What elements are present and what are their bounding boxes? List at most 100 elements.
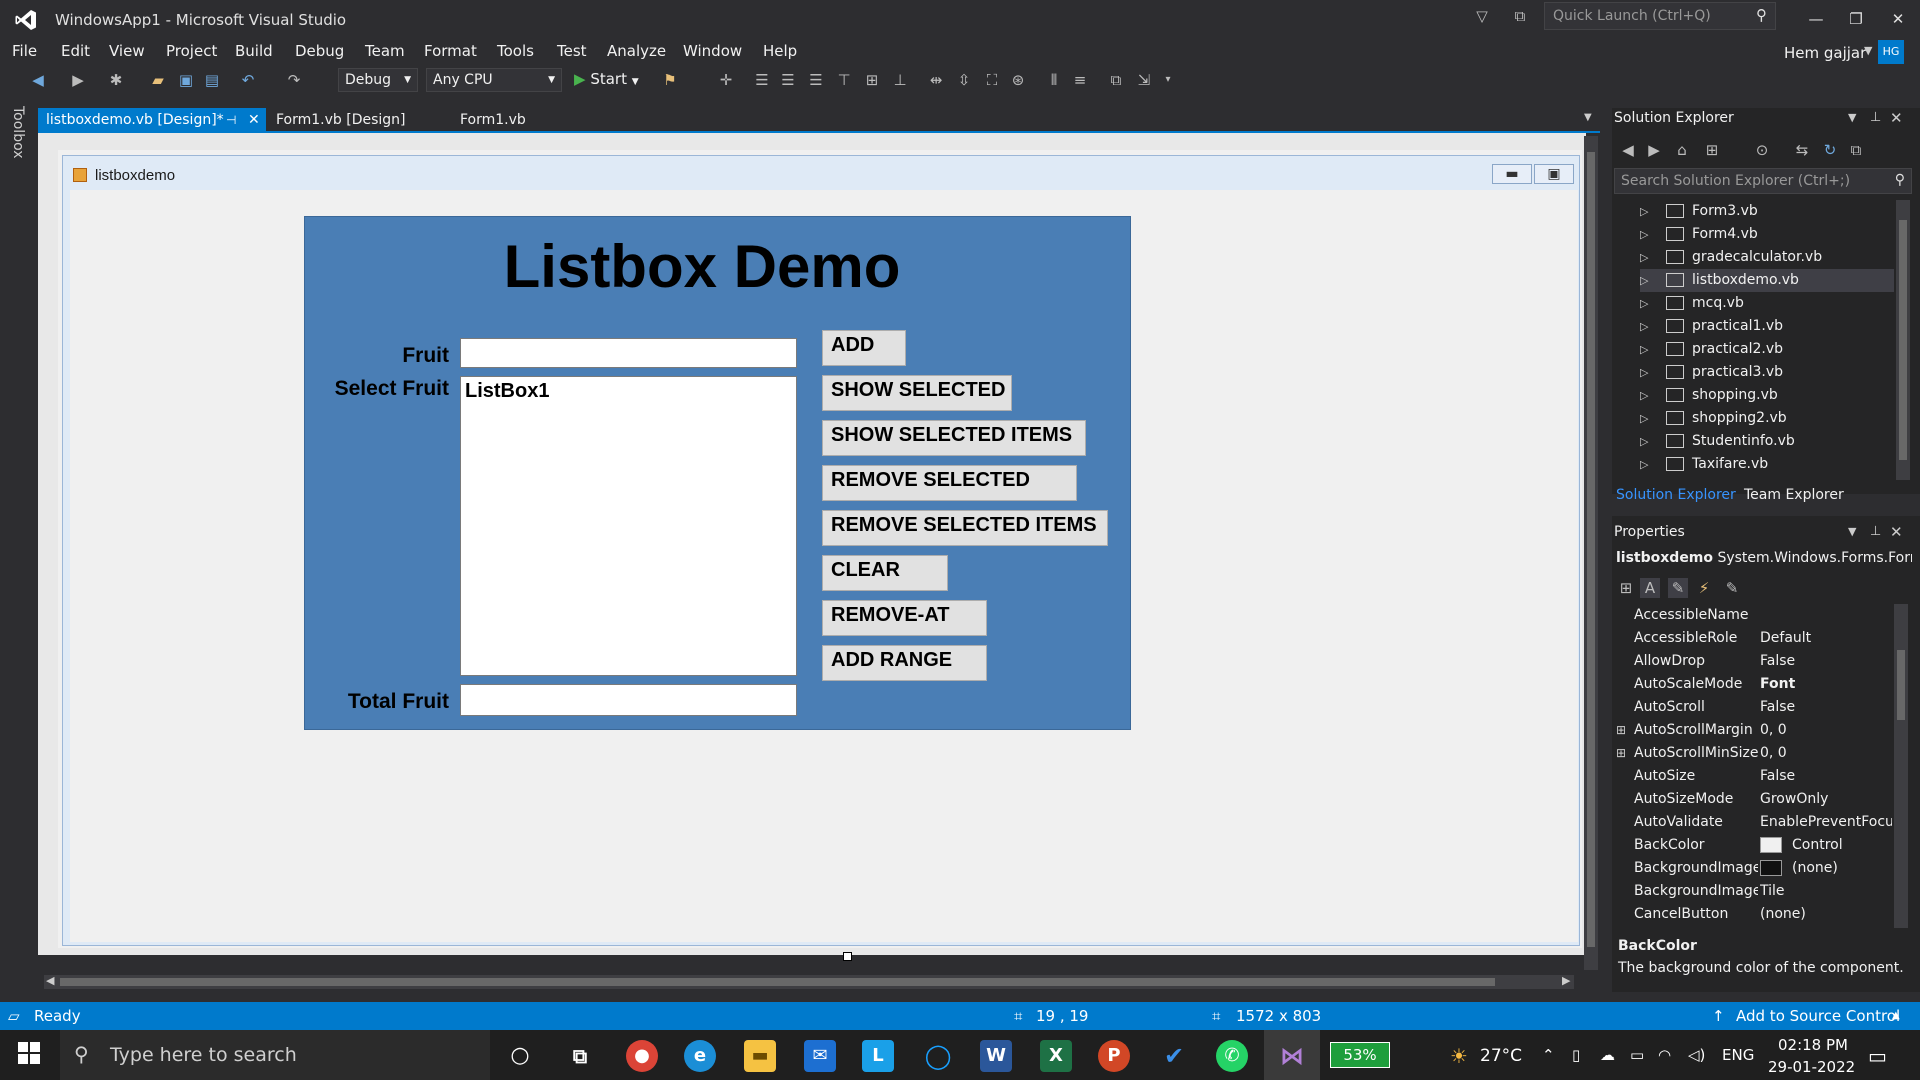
property-value[interactable]: 0, 0 — [1760, 742, 1892, 765]
user-chevron-down-icon[interactable]: ▼ — [1864, 44, 1872, 57]
solution-item-form4[interactable]: ▷ Form4.vb — [1640, 223, 1894, 246]
menu-edit[interactable]: Edit — [61, 42, 90, 60]
solution-item-taxifare[interactable]: ▷ Taxifare.vb — [1640, 453, 1894, 476]
pin-icon[interactable]: ⊥ — [1870, 110, 1881, 125]
expand-arrow-icon[interactable]: ▷ — [1640, 430, 1666, 453]
property-value[interactable]: Default — [1760, 627, 1892, 650]
align-lefts-icon[interactable]: ☰ — [752, 70, 772, 90]
expand-plus-icon[interactable]: ⊞ — [1616, 719, 1626, 742]
scroll-left-icon[interactable]: ◀ — [46, 974, 54, 987]
property-value[interactable]: GrowOnly — [1760, 788, 1892, 811]
expand-arrow-icon[interactable]: ▷ — [1640, 269, 1666, 292]
property-row-autosize[interactable]: AutoSize False — [1612, 765, 1892, 788]
center-horizontally-icon[interactable]: ⫴ — [1044, 70, 1064, 90]
restore-button[interactable]: ❐ — [1838, 6, 1874, 32]
notifications-icon[interactable]: ▭ — [1868, 1044, 1887, 1068]
excel-icon[interactable]: X — [1040, 1040, 1072, 1072]
pin-icon[interactable]: ⊥ — [1870, 524, 1881, 539]
expand-arrow-icon[interactable]: ▷ — [1640, 246, 1666, 269]
property-row-cancelbutton[interactable]: CancelButton (none) — [1612, 903, 1892, 926]
onedrive-icon[interactable]: ☁ — [1600, 1046, 1615, 1064]
menu-build[interactable]: Build — [235, 42, 273, 60]
switch-views-icon[interactable]: ⊞ — [1702, 140, 1722, 160]
mail-icon[interactable]: ✉ — [804, 1040, 836, 1072]
new-project-icon[interactable]: ✱ — [106, 70, 126, 90]
property-value[interactable]: 0, 0 — [1760, 719, 1892, 742]
add-range-button[interactable]: ADD RANGE — [822, 645, 987, 681]
show-selected-items-button[interactable]: SHOW SELECTED ITEMS — [822, 420, 1086, 456]
property-value[interactable]: False — [1760, 696, 1892, 719]
tab-listboxdemo-design[interactable]: listboxdemo.vb [Design]* ⊣ ✕ — [38, 108, 266, 132]
property-row-autoscrollminsize[interactable]: ⊞ AutoScrollMinSize 0, 0 — [1612, 742, 1892, 765]
expand-arrow-icon[interactable]: ▷ — [1640, 407, 1666, 430]
align-rights-icon[interactable]: ☰ — [806, 70, 826, 90]
panel-dropdown-icon[interactable]: ▼ — [1848, 525, 1856, 538]
save-icon[interactable]: ▣ — [176, 70, 196, 90]
events-icon[interactable]: ⚡ — [1694, 578, 1714, 598]
expand-arrow-icon[interactable]: ▷ — [1640, 292, 1666, 315]
platform-select[interactable]: Any CPU ▼ — [426, 68, 562, 92]
weather-temperature[interactable]: 27°C — [1480, 1046, 1522, 1066]
edge-icon[interactable]: e — [684, 1040, 716, 1072]
taskbar-search-box[interactable]: ⚲ Type here to search — [60, 1030, 490, 1080]
battery-icon[interactable]: ▭ — [1630, 1046, 1644, 1064]
remove-selected-items-button[interactable]: REMOVE SELECTED ITEMS — [822, 510, 1108, 546]
fruit-listbox[interactable] — [460, 376, 797, 676]
property-value[interactable]: EnablePreventFocus — [1760, 811, 1892, 834]
align-to-grid-icon[interactable]: ✛ — [716, 70, 736, 90]
search-icon[interactable]: ⚲ — [1756, 6, 1767, 24]
back-icon[interactable]: ◀ — [1618, 140, 1638, 160]
align-centers-icon[interactable]: ☰ — [778, 70, 798, 90]
make-same-size-icon[interactable]: ⛶ — [982, 70, 1002, 90]
property-value[interactable]: Tile — [1760, 880, 1892, 903]
tab-order-icon[interactable]: ⇲ — [1134, 70, 1154, 90]
property-value[interactable]: (none) — [1760, 903, 1892, 926]
solution-item-form3[interactable]: ▷ Form3.vb — [1640, 200, 1894, 223]
show-hidden-icons-icon[interactable]: ⌃ — [1542, 1046, 1555, 1064]
fruit-label[interactable]: Fruit — [279, 344, 449, 368]
vertical-spacing-icon[interactable]: ⇳ — [954, 70, 974, 90]
volume-icon[interactable]: ◁) — [1688, 1046, 1705, 1064]
tab-list-dropdown-icon[interactable]: ▼ — [1584, 112, 1592, 123]
start-button[interactable]: ▶ Start ▼ — [574, 70, 639, 88]
property-row-backgroundimagelayout[interactable]: BackgroundImage Tile — [1612, 880, 1892, 903]
save-all-icon[interactable]: ▤ — [202, 70, 222, 90]
menu-debug[interactable]: Debug — [295, 42, 344, 60]
menu-team[interactable]: Team — [365, 42, 405, 60]
property-value-container[interactable]: Control — [1760, 834, 1892, 857]
property-row-backcolor[interactable]: BackColor Control — [1612, 834, 1892, 857]
property-row-accessiblename[interactable]: AccessibleName — [1612, 604, 1892, 627]
properties-scroll-thumb[interactable] — [1897, 650, 1905, 720]
vertical-scroll-thumb[interactable] — [1587, 152, 1595, 947]
expand-arrow-icon[interactable]: ▷ — [1640, 361, 1666, 384]
minimize-button[interactable]: — — [1798, 6, 1834, 32]
remove-selected-button[interactable]: REMOVE SELECTED — [822, 465, 1077, 501]
whatsapp-icon[interactable]: ✆ — [1216, 1040, 1248, 1072]
open-file-icon[interactable]: ▰ — [148, 70, 168, 90]
solution-item-practical1[interactable]: ▷ practical1.vb — [1640, 315, 1894, 338]
property-value-container[interactable]: (none) — [1760, 857, 1892, 880]
property-row-backgroundimage[interactable]: BackgroundImage (none) — [1612, 857, 1892, 880]
menu-tools[interactable]: Tools — [497, 42, 534, 60]
expand-arrow-icon[interactable]: ▷ — [1640, 200, 1666, 223]
navigate-back-icon[interactable]: ◀ — [28, 70, 48, 90]
menu-file[interactable]: File — [12, 42, 37, 60]
solution-item-shopping[interactable]: ▷ shopping.vb — [1640, 384, 1894, 407]
align-bottoms-icon[interactable]: ⊥ — [890, 70, 910, 90]
bring-to-front-icon[interactable]: ⧉ — [1106, 70, 1126, 90]
todo-icon[interactable]: ✔ — [1158, 1040, 1190, 1072]
upload-arrow-icon[interactable]: ↑ — [1712, 1007, 1725, 1025]
clock-date[interactable]: 29-01-2022 — [1768, 1058, 1855, 1076]
weather-icon[interactable]: ☀ — [1450, 1044, 1468, 1068]
find-in-files-icon[interactable]: ⚑ — [660, 70, 680, 90]
solution-item-studentinfo[interactable]: ▷ Studentinfo.vb — [1640, 430, 1894, 453]
close-panel-icon[interactable]: ✕ — [1890, 523, 1903, 541]
align-middles-icon[interactable]: ⊞ — [862, 70, 882, 90]
form-resize-handle[interactable] — [843, 952, 852, 961]
battery-indicator[interactable]: 53% — [1330, 1042, 1390, 1068]
categorized-icon[interactable]: ⊞ — [1616, 578, 1636, 598]
wifi-icon[interactable]: ◠ — [1658, 1046, 1671, 1064]
cortana-icon[interactable]: ○ — [504, 1040, 536, 1072]
properties-icon[interactable]: ✎ — [1668, 578, 1688, 598]
horizontal-spacing-icon[interactable]: ⇹ — [926, 70, 946, 90]
